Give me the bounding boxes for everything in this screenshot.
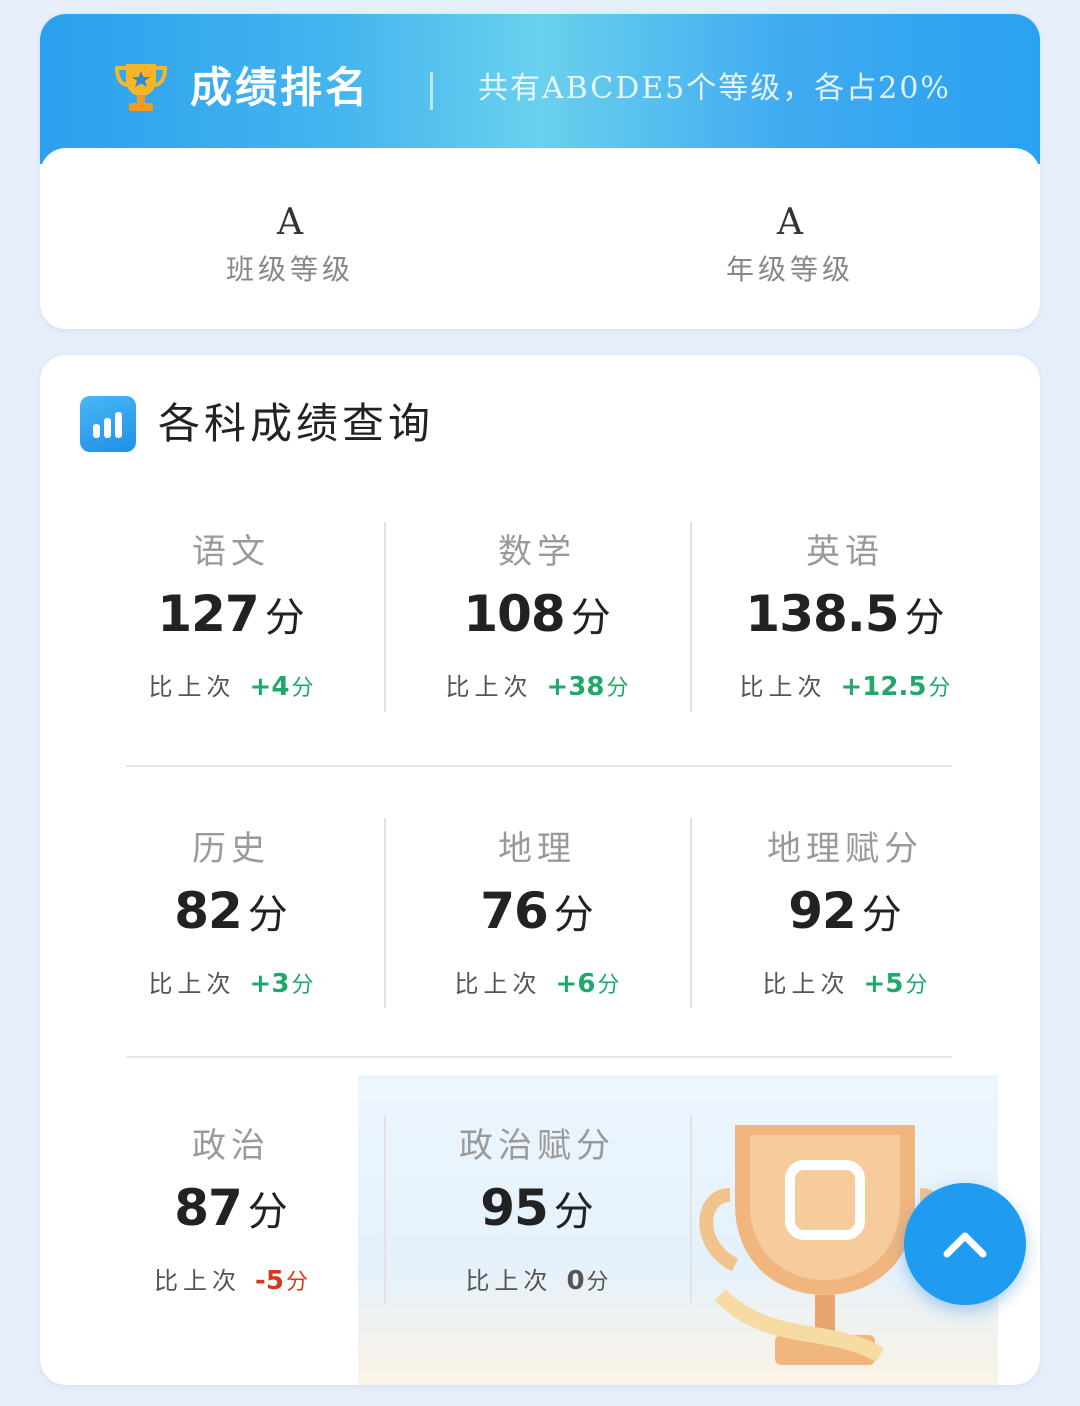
trophy-icon bbox=[114, 64, 168, 111]
change-value: +3 bbox=[249, 969, 290, 999]
subject-score: 82 分 bbox=[78, 880, 384, 954]
change-value: +12.5 bbox=[840, 672, 927, 702]
subject-score: 95 分 bbox=[384, 1177, 690, 1251]
change-unit: 分 bbox=[928, 676, 951, 701]
subject-score: 76 分 bbox=[384, 880, 690, 954]
subject-score: 108 分 bbox=[384, 583, 690, 657]
change-unit: 分 bbox=[586, 1270, 609, 1295]
subject-score: 87 分 bbox=[78, 1177, 384, 1251]
score-change: 比上次 0分 bbox=[384, 1261, 690, 1303]
subject-card-chinese[interactable]: 语文 127 分 比上次 +4分 bbox=[78, 527, 384, 709]
subject-name: 地理 bbox=[498, 829, 576, 869]
change-unit: 分 bbox=[291, 676, 314, 701]
score-page: 成绩排名 共有ABCDE5个等级，各占20% A 班级等级 A 年级等级 各科成… bbox=[0, 0, 1080, 1406]
score-unit: 分 bbox=[247, 892, 288, 938]
score-change: 比上次 +5分 bbox=[692, 964, 998, 1006]
change-unit: 分 bbox=[597, 973, 620, 998]
compare-label: 比上次 bbox=[154, 1267, 242, 1295]
score-unit: 分 bbox=[553, 1189, 594, 1235]
subject-name: 地理赋分 bbox=[767, 829, 923, 869]
compare-label: 比上次 bbox=[148, 673, 236, 701]
score-change: 比上次 +4分 bbox=[78, 667, 384, 709]
scores-card: 各科成绩查询 语文 127 分 比上次 +4分 数学 108 分 比上次 +38… bbox=[40, 355, 1040, 1385]
column-divider bbox=[690, 1115, 692, 1305]
subject-card-math[interactable]: 数学 108 分 比上次 +38分 bbox=[384, 527, 690, 709]
subject-card-geography-scaled[interactable]: 地理赋分 92 分 比上次 +5分 bbox=[692, 824, 998, 1006]
score-value: 92 bbox=[788, 882, 857, 940]
compare-label: 比上次 bbox=[454, 970, 542, 998]
subject-score: 127 分 bbox=[78, 583, 384, 657]
change-unit: 分 bbox=[606, 676, 629, 701]
score-unit: 分 bbox=[553, 892, 594, 938]
subject-card-english[interactable]: 英语 138.5 分 比上次 +12.5分 bbox=[692, 527, 998, 709]
change-value: -5 bbox=[255, 1266, 284, 1296]
score-change: 比上次 -5分 bbox=[78, 1261, 384, 1303]
compare-label: 比上次 bbox=[465, 1267, 553, 1295]
title-divider bbox=[430, 72, 433, 110]
score-value: 108 bbox=[463, 585, 565, 643]
change-value: +6 bbox=[555, 969, 596, 999]
chevron-up-icon bbox=[943, 1232, 987, 1258]
compare-label: 比上次 bbox=[762, 970, 850, 998]
subject-score: 138.5 分 bbox=[692, 583, 998, 657]
score-value: 87 bbox=[174, 1179, 243, 1237]
scroll-to-top-button[interactable] bbox=[904, 1183, 1026, 1305]
ranking-card: 成绩排名 共有ABCDE5个等级，各占20% A 班级等级 A 年级等级 bbox=[40, 14, 1040, 329]
change-unit: 分 bbox=[291, 973, 314, 998]
compare-label: 比上次 bbox=[148, 970, 236, 998]
change-unit: 分 bbox=[285, 1270, 308, 1295]
ranking-body: A 班级等级 A 年级等级 bbox=[40, 148, 1040, 329]
score-unit: 分 bbox=[264, 595, 305, 641]
subject-name: 政治 bbox=[192, 1126, 270, 1166]
bar-chart-icon bbox=[80, 396, 136, 452]
compare-label: 比上次 bbox=[445, 673, 533, 701]
subject-card-history[interactable]: 历史 82 分 比上次 +3分 bbox=[78, 824, 384, 1006]
score-unit: 分 bbox=[570, 595, 611, 641]
year-grade-value: A bbox=[777, 202, 803, 243]
subject-name: 政治赋分 bbox=[459, 1126, 615, 1166]
score-unit: 分 bbox=[904, 595, 945, 641]
subject-name: 历史 bbox=[192, 829, 270, 869]
score-unit: 分 bbox=[247, 1189, 288, 1235]
change-unit: 分 bbox=[905, 973, 928, 998]
subject-card-politics-scaled[interactable]: 政治赋分 95 分 比上次 0分 bbox=[384, 1121, 690, 1303]
score-change: 比上次 +3分 bbox=[78, 964, 384, 1006]
score-value: 82 bbox=[174, 882, 243, 940]
score-value: 76 bbox=[480, 882, 549, 940]
subject-name: 语文 bbox=[192, 532, 270, 572]
score-change: 比上次 +6分 bbox=[384, 964, 690, 1006]
year-grade: A 年级等级 bbox=[640, 200, 940, 294]
class-grade: A 班级等级 bbox=[140, 200, 440, 294]
change-value: 0 bbox=[566, 1266, 585, 1296]
score-change: 比上次 +12.5分 bbox=[692, 667, 998, 709]
class-grade-label: 班级等级 bbox=[225, 253, 354, 286]
subject-name: 英语 bbox=[806, 532, 884, 572]
ranking-header: 成绩排名 共有ABCDE5个等级，各占20% bbox=[40, 14, 1040, 164]
year-grade-label: 年级等级 bbox=[725, 253, 854, 286]
class-grade-value: A bbox=[277, 202, 303, 243]
ranking-title: 成绩排名 bbox=[190, 63, 371, 112]
subject-card-geography[interactable]: 地理 76 分 比上次 +6分 bbox=[384, 824, 690, 1006]
subject-name: 数学 bbox=[498, 532, 576, 572]
score-change: 比上次 +38分 bbox=[384, 667, 690, 709]
row-divider bbox=[126, 765, 952, 767]
change-value: +4 bbox=[249, 672, 290, 702]
change-value: +5 bbox=[863, 969, 904, 999]
score-value: 95 bbox=[480, 1179, 549, 1237]
row-divider bbox=[126, 1056, 952, 1058]
score-value: 127 bbox=[157, 585, 259, 643]
score-unit: 分 bbox=[861, 892, 902, 938]
score-value: 138.5 bbox=[745, 585, 899, 643]
change-value: +38 bbox=[546, 672, 605, 702]
compare-label: 比上次 bbox=[739, 673, 827, 701]
subject-card-politics[interactable]: 政治 87 分 比上次 -5分 bbox=[78, 1121, 384, 1303]
scores-title: 各科成绩查询 bbox=[158, 399, 435, 448]
subject-score: 92 分 bbox=[692, 880, 998, 954]
ranking-subtitle: 共有ABCDE5个等级，各占20% bbox=[478, 71, 951, 106]
